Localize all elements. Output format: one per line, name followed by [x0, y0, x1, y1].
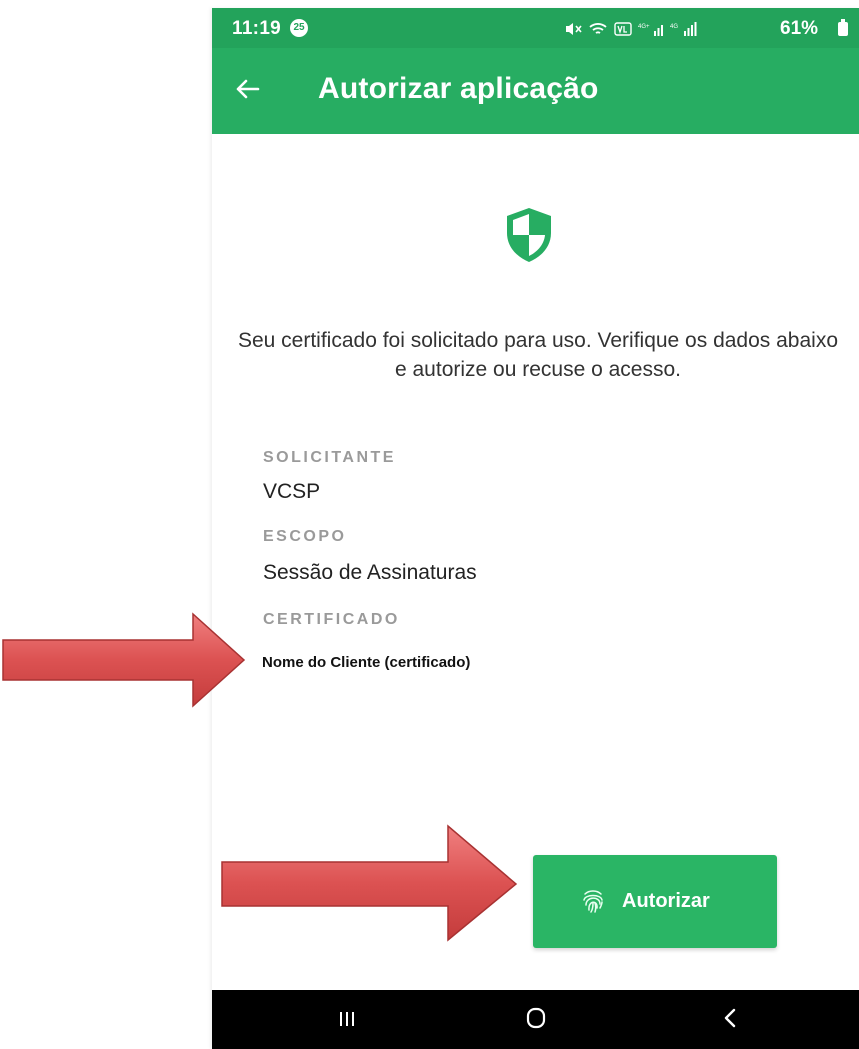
- status-icons: 4G+ 4G: [564, 19, 698, 39]
- authorize-button[interactable]: Autorizar: [533, 855, 777, 948]
- description-text: Seu certificado foi solicitado para uso.…: [237, 329, 839, 381]
- mute-icon: [566, 23, 582, 35]
- annotation-arrow-authorize: [221, 824, 518, 942]
- battery-icon: [838, 19, 848, 36]
- app-bar: Autorizar aplicação: [212, 48, 859, 134]
- certificate-label: CERTIFICADO: [263, 611, 400, 628]
- notification-count-badge: 25: [290, 19, 308, 37]
- annotation-arrow-certificate: [2, 612, 246, 708]
- signal-icon: 4G+: [638, 24, 663, 36]
- navigation-bar: [212, 990, 859, 1049]
- scope-label: ESCOPO: [263, 528, 347, 545]
- recent-apps-icon[interactable]: [337, 1009, 357, 1029]
- home-icon[interactable]: [525, 1007, 547, 1029]
- certificate-value: Nome do Cliente (certificado): [262, 654, 471, 671]
- requester-label: SOLICITANTE: [263, 449, 396, 466]
- svg-text:4G: 4G: [670, 24, 678, 30]
- screenshot-canvas: 11:19 25 4G+ 4G 61% Autorizar aplicação …: [0, 0, 859, 1049]
- authorize-label: Autorizar: [622, 890, 710, 912]
- page-title: Autorizar aplicação: [318, 72, 599, 105]
- volte-icon: [614, 22, 632, 36]
- back-arrow-icon[interactable]: [232, 74, 262, 104]
- back-icon[interactable]: [720, 1007, 742, 1029]
- wifi-icon: [589, 23, 607, 34]
- status-bar: 11:19 25 4G+ 4G 61%: [212, 8, 859, 48]
- fingerprint-icon: [583, 890, 603, 913]
- shield-icon: [507, 208, 551, 262]
- status-time: 11:19: [232, 18, 282, 39]
- requester-value: VCSP: [263, 480, 321, 503]
- scope-value: Sessão de Assinaturas: [263, 561, 477, 584]
- svg-text:4G+: 4G+: [638, 24, 650, 30]
- battery-percentage: 61%: [780, 18, 819, 39]
- signal-4g-icon: 4G: [670, 22, 697, 36]
